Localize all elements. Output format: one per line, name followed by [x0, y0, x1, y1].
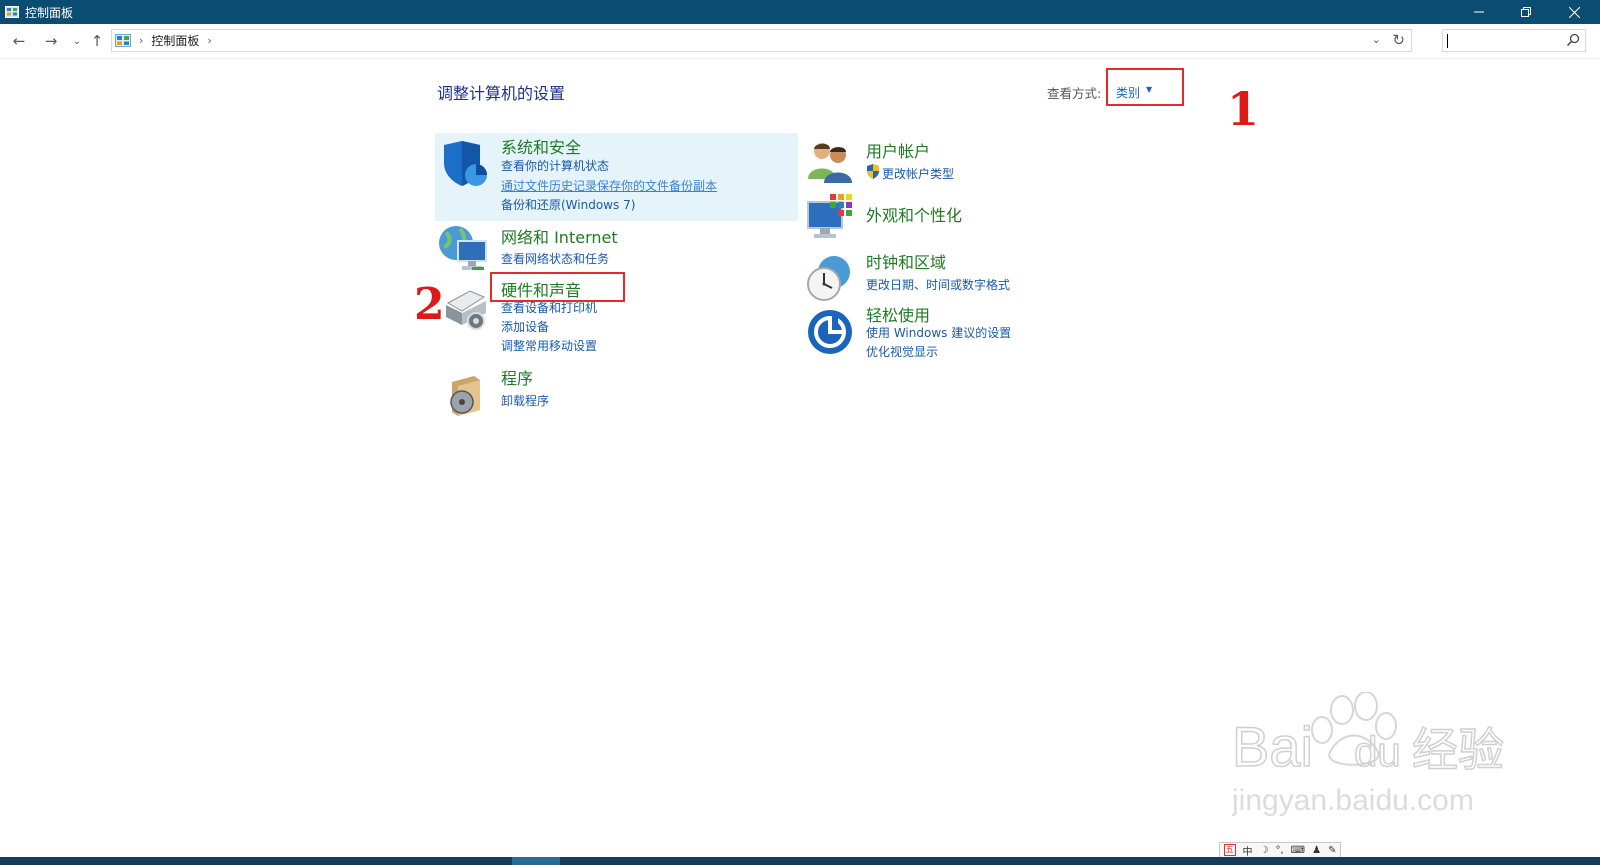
- arrow-left-icon: ←: [12, 32, 26, 50]
- restore-icon: [1521, 7, 1531, 17]
- watermark-brand: Bai: [1232, 715, 1313, 778]
- control-panel-icon: [115, 34, 131, 47]
- search-icon[interactable]: [1566, 33, 1580, 47]
- user-icon[interactable]: ♟: [1312, 845, 1321, 856]
- link-file-history-backup[interactable]: 通过文件历史记录保存你的文件备份副本: [501, 177, 717, 194]
- annotation-marker-1: 1: [1227, 82, 1260, 136]
- category-user-accounts[interactable]: 用户帐户: [866, 138, 930, 162]
- link-change-account-type[interactable]: 更改帐户类型: [882, 165, 954, 182]
- address-bar[interactable]: › 控制面板 › ⌄ ↻: [111, 29, 1412, 52]
- recent-locations-button[interactable]: ⌄: [66, 31, 88, 51]
- uac-shield-icon: [867, 164, 879, 179]
- punctuation-icon[interactable]: °,: [1275, 845, 1283, 856]
- address-dropdown-icon[interactable]: ⌄: [1372, 33, 1381, 46]
- restore-button[interactable]: [1503, 0, 1549, 24]
- view-by-label: 查看方式:: [1047, 86, 1102, 101]
- ime-toolbar[interactable]: 五 中 ☽ °, ⌨ ♟ ✎: [1219, 842, 1341, 858]
- category-programs[interactable]: 程序: [501, 365, 533, 389]
- category-system-security[interactable]: 系统和安全: [501, 134, 581, 158]
- close-icon: [1568, 6, 1580, 18]
- text-caret: [1447, 34, 1448, 48]
- minimize-button[interactable]: [1456, 0, 1502, 24]
- watermark-cn: 经验: [1412, 723, 1504, 777]
- keyboard-icon[interactable]: ⌨: [1291, 845, 1305, 856]
- baidu-watermark: Bai du 经验 jingyan.baidu.com: [1232, 692, 1505, 817]
- moon-icon[interactable]: ☽: [1260, 845, 1269, 856]
- back-button[interactable]: ←: [8, 31, 30, 51]
- forward-button[interactable]: →: [40, 31, 62, 51]
- navigation-bar: ← → ⌄ ↑ › 控制面板 › ⌄ ↻: [0, 24, 1600, 59]
- network-globe-icon: [439, 226, 487, 270]
- category-network-internet[interactable]: 网络和 Internet: [501, 224, 618, 248]
- breadcrumb-chevron-icon[interactable]: ›: [207, 34, 211, 47]
- category-clock-region[interactable]: 时钟和区域: [866, 249, 946, 273]
- annotation-box-view-by: [1106, 68, 1184, 106]
- link-windows-recommended-settings[interactable]: 使用 Windows 建议的设置: [866, 324, 1011, 341]
- monitor-palette-icon: [807, 194, 852, 238]
- up-button[interactable]: ↑: [86, 31, 108, 51]
- arrow-right-icon: →: [44, 32, 58, 50]
- refresh-icon[interactable]: ↻: [1392, 31, 1405, 49]
- close-button[interactable]: [1551, 0, 1597, 24]
- ime-mode-label[interactable]: 中: [1243, 843, 1253, 858]
- taskbar: [0, 857, 1600, 865]
- watermark-brand-du: du: [1354, 728, 1401, 775]
- link-optimize-visual-display[interactable]: 优化视觉显示: [866, 343, 938, 360]
- breadcrumb-control-panel[interactable]: 控制面板: [151, 32, 199, 49]
- link-view-computer-status[interactable]: 查看你的计算机状态: [501, 157, 609, 174]
- ime-logo-icon: 五: [1223, 844, 1236, 856]
- chevron-down-icon: ⌄: [72, 35, 82, 47]
- taskbar-active-item[interactable]: [512, 857, 560, 865]
- users-icon: [808, 143, 852, 183]
- annotation-box-hardware: [490, 272, 625, 302]
- link-change-date-time-format[interactable]: 更改日期、时间或数字格式: [866, 276, 1010, 293]
- minimize-icon: [1474, 11, 1484, 13]
- link-network-status[interactable]: 查看网络状态和任务: [501, 250, 609, 267]
- control-panel-icon: [5, 6, 19, 18]
- printer-icon: [446, 290, 486, 330]
- shield-icon: [444, 141, 487, 186]
- title-bar: 控制面板: [0, 0, 1600, 24]
- window-title: 控制面板: [25, 5, 74, 20]
- link-uninstall-program[interactable]: 卸载程序: [501, 392, 549, 409]
- category-ease-of-access[interactable]: 轻松使用: [866, 302, 930, 326]
- arrow-up-icon: ↑: [90, 32, 104, 50]
- programs-disc-icon: [450, 376, 480, 416]
- link-add-device[interactable]: 添加设备: [501, 318, 549, 335]
- category-appearance-personalization[interactable]: 外观和个性化: [866, 202, 962, 226]
- watermark-url: jingyan.baidu.com: [1232, 784, 1474, 817]
- wrench-icon[interactable]: ✎: [1328, 845, 1336, 856]
- search-input[interactable]: [1442, 29, 1586, 52]
- annotation-marker-2: 2: [414, 279, 445, 330]
- ease-of-access-icon: [808, 310, 852, 354]
- page-title: 调整计算机的设置: [437, 84, 566, 103]
- link-backup-restore[interactable]: 备份和还原(Windows 7): [501, 196, 635, 213]
- link-mobility-settings[interactable]: 调整常用移动设置: [501, 337, 597, 354]
- breadcrumb-separator-icon: ›: [139, 34, 144, 47]
- clock-globe-icon: [807, 256, 850, 301]
